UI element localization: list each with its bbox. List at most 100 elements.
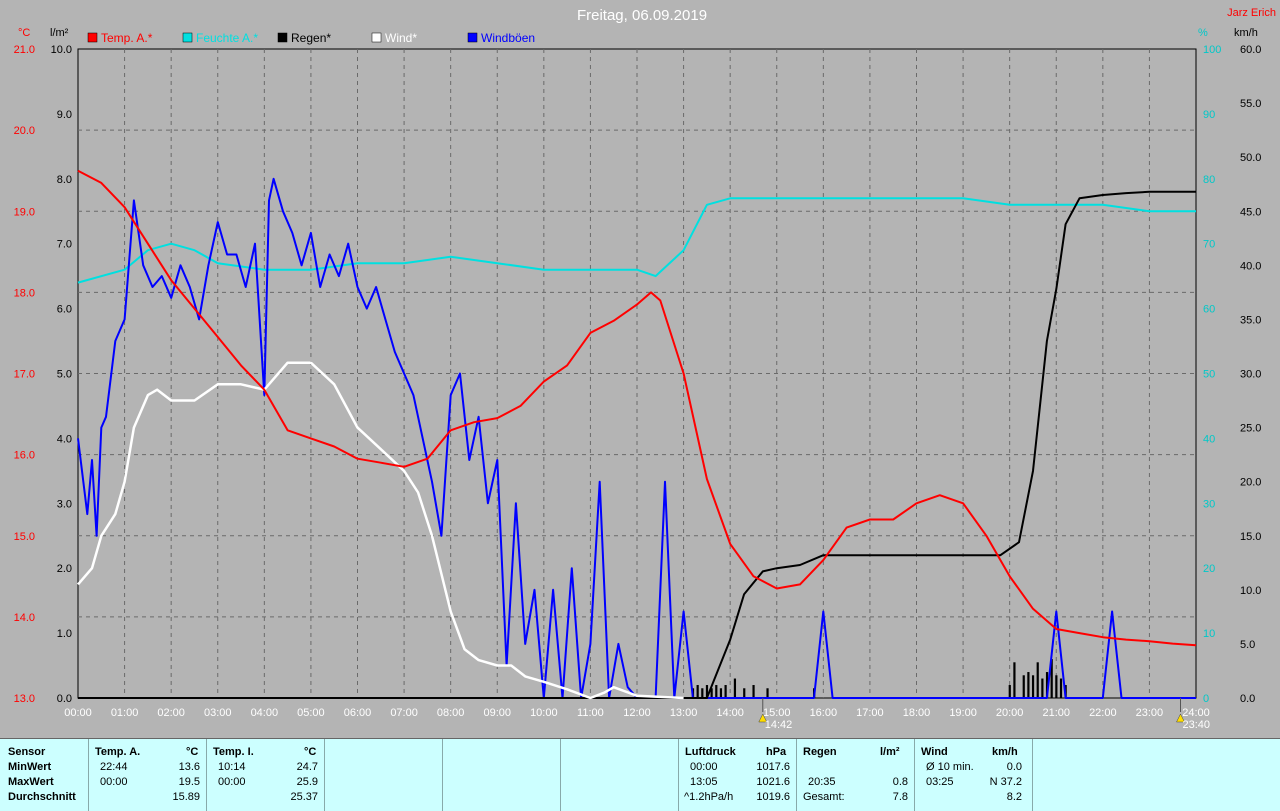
legend-label: Temp. A.* — [101, 31, 153, 45]
x-tick-label: 00:00 — [64, 707, 92, 719]
humidity-tick-label: 20 — [1203, 563, 1215, 575]
temp-a-max: 19.5 — [178, 776, 200, 788]
rain-max: 0.8 — [892, 776, 908, 788]
wind-avg10-label: Ø 10 min. — [926, 761, 974, 773]
x-tick-label: 15:00 — [763, 707, 791, 719]
legend-swatch — [277, 32, 288, 43]
x-tick-label: 04:00 — [251, 707, 279, 719]
wind-unit-label: km/h — [1234, 27, 1258, 39]
temp-unit-label: °C — [18, 27, 30, 39]
humidity-unit-label: % — [1198, 27, 1208, 39]
legend-label: Windböen — [481, 31, 535, 45]
rain-total: 7.8 — [892, 791, 908, 803]
rain-max-time: 20:35 — [808, 776, 836, 788]
rain-tick-label: 2.0 — [57, 563, 72, 575]
wind-tick-label: 20.0 — [1240, 477, 1261, 489]
x-tick-label: 13:00 — [670, 707, 698, 719]
wind-max: N 37.2 — [989, 776, 1022, 788]
humidity-tick-label: 70 — [1203, 239, 1215, 251]
rain-bar — [1055, 675, 1058, 698]
row-avg: Durchschnitt — [8, 791, 76, 803]
wind-tick-label: 35.0 — [1240, 314, 1261, 326]
temp-i-title: Temp. I. — [213, 746, 254, 758]
sensor-header: Sensor — [8, 746, 46, 758]
temp-i-min: 24.7 — [296, 761, 318, 773]
wind-tick-label: 45.0 — [1240, 206, 1261, 218]
x-tick-label: 20:00 — [996, 707, 1024, 719]
pressure-trend: ^1.2hPa/h — [684, 791, 734, 803]
legend-swatch — [182, 32, 193, 43]
humidity-tick-label: 30 — [1203, 498, 1215, 510]
rain-bar — [1041, 678, 1044, 698]
x-tick-label: 08:00 — [437, 707, 465, 719]
rain-bar — [719, 688, 723, 698]
rain-tick-label: 0.0 — [57, 693, 72, 705]
wind-tick-label: 0.0 — [1240, 693, 1255, 705]
rain-bar — [1027, 672, 1030, 698]
legend-label: Wind* — [385, 31, 417, 45]
legend-label: Feuchte A.* — [196, 31, 258, 45]
row-min: MinWert — [8, 761, 52, 773]
rain-tick-label: 8.0 — [57, 174, 72, 186]
pressure-min-time: 00:00 — [690, 761, 718, 773]
x-tick-label: 16:00 — [810, 707, 838, 719]
rain-bar — [715, 685, 718, 698]
wind-tick-label: 25.0 — [1240, 423, 1261, 435]
rain-bar — [696, 685, 699, 698]
pressure-max: 1021.6 — [756, 776, 790, 788]
x-tick-label: 12:00 — [623, 707, 651, 719]
rain-title: Regen — [803, 746, 837, 758]
x-tick-label: 19:00 — [949, 707, 977, 719]
rain-bar — [733, 678, 737, 698]
marker-time-label: 23:40 — [1182, 719, 1210, 731]
rain-tick-label: 10.0 — [51, 44, 72, 56]
x-tick-label: 17:00 — [856, 707, 884, 719]
rain-bar — [1008, 685, 1011, 698]
rain-bar — [1013, 662, 1016, 698]
wind-avg: 8.2 — [1006, 791, 1022, 803]
temp-a-max-time: 00:00 — [100, 776, 128, 788]
x-tick-label: 01:00 — [111, 707, 139, 719]
rain-tick-label: 1.0 — [57, 628, 72, 640]
wind-tick-label: 55.0 — [1240, 98, 1261, 110]
humidity-tick-label: 40 — [1203, 433, 1215, 445]
temp-tick-label: 18.0 — [14, 287, 35, 299]
x-tick-label: 03:00 — [204, 707, 232, 719]
wind-max-time: 03:25 — [926, 776, 954, 788]
temp-i-max: 25.9 — [296, 776, 318, 788]
x-tick-label: 07:00 — [390, 707, 418, 719]
wind-min: 0.0 — [1006, 761, 1022, 773]
x-tick-label: 05:00 — [297, 707, 325, 719]
rain-total-label: Gesamt: — [803, 791, 845, 803]
humidity-tick-label: 80 — [1203, 174, 1215, 186]
legend: Temp. A.* Feuchte A.* Regen* Wind* Windböen — [87, 31, 535, 45]
wind-tick-label: 30.0 — [1240, 369, 1261, 381]
rain-bar — [724, 685, 727, 698]
row-max: MaxWert — [8, 776, 54, 788]
x-tick-label: 02:00 — [157, 707, 185, 719]
marker-time-label: 14:42 — [765, 719, 793, 731]
x-tick-label: 24:00 — [1182, 707, 1210, 719]
temp-tick-label: 20.0 — [14, 125, 35, 137]
wind-tick-label: 50.0 — [1240, 152, 1261, 164]
legend-swatch — [87, 32, 98, 43]
temp-tick-label: 13.0 — [14, 693, 35, 705]
pressure-unit: hPa — [766, 746, 787, 758]
rain-tick-label: 6.0 — [57, 304, 72, 316]
temp-a-avg: 15.89 — [172, 791, 200, 803]
rain-tick-label: 5.0 — [57, 369, 72, 381]
x-tick-label: 22:00 — [1089, 707, 1117, 719]
wind-tick-label: 40.0 — [1240, 260, 1261, 272]
temp-tick-label: 16.0 — [14, 450, 35, 462]
wind-title: Wind — [921, 746, 948, 758]
wind-tick-label: 5.0 — [1240, 639, 1255, 651]
temp-tick-label: 21.0 — [14, 44, 35, 56]
rain-tick-label: 3.0 — [57, 498, 72, 510]
x-tick-label: 23:00 — [1136, 707, 1164, 719]
temp-a-min: 13.6 — [178, 761, 200, 773]
temp-i-unit: °C — [304, 746, 317, 758]
legend-swatch — [467, 32, 478, 43]
rain-tick-label: 4.0 — [57, 433, 72, 445]
x-tick-label: 10:00 — [530, 707, 558, 719]
x-tick-label: 14:00 — [716, 707, 744, 719]
